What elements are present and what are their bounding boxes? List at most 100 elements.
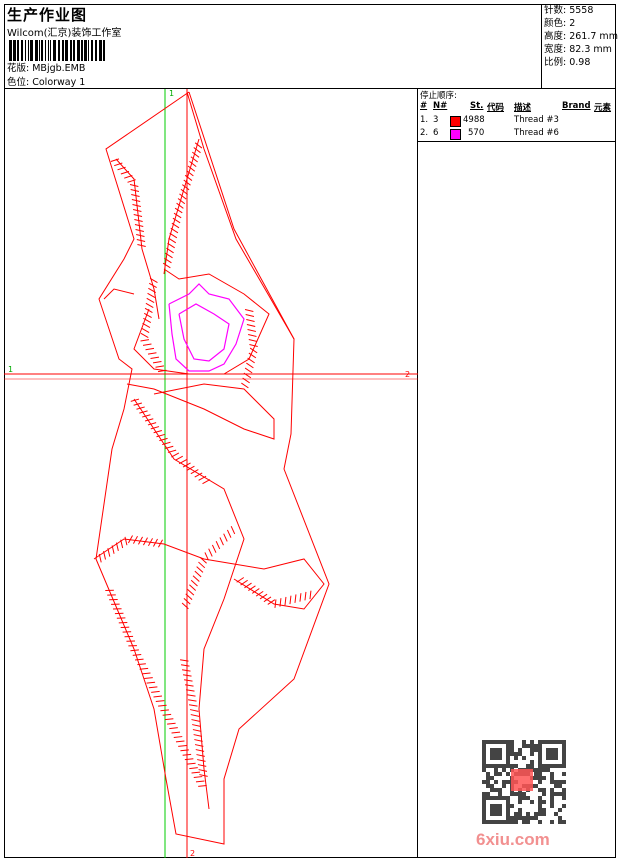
stitch-mark (224, 534, 228, 542)
stitch-mark (145, 419, 153, 421)
stitch-mark (176, 741, 184, 742)
stitch-mark (246, 314, 254, 316)
qr-module (526, 820, 530, 824)
qr-module (498, 788, 502, 792)
barcode-bar (39, 40, 40, 61)
qr-module (506, 812, 510, 816)
stitch-mark (153, 696, 161, 697)
design-file: 花版: MBjgb.EMB (7, 60, 85, 74)
qr-module (494, 812, 498, 816)
stitch-mark (171, 453, 178, 457)
row-needle: 3 (433, 115, 438, 125)
qr-module (558, 780, 562, 784)
qr-module (482, 812, 486, 816)
stitch-mark (260, 594, 267, 599)
qr-module (494, 780, 498, 784)
stitch-mark (199, 476, 206, 480)
qr-module (550, 756, 554, 760)
stitch-mark (189, 585, 195, 591)
qr-module (498, 740, 502, 744)
stitch-mark (193, 730, 201, 732)
stitch-mark (197, 760, 205, 762)
qr-module (490, 808, 494, 812)
qr-module (506, 740, 510, 744)
row-stitches: 4988 (463, 115, 485, 125)
barcode-bar (81, 40, 83, 61)
qr-module (482, 792, 486, 796)
qr-module (526, 744, 530, 748)
stitch-mark (180, 750, 188, 751)
qr-module (486, 784, 490, 788)
stitch-mark (249, 344, 257, 346)
qr-module (554, 748, 558, 752)
qr-module (550, 764, 554, 768)
stitch-mark (141, 340, 149, 341)
qr-module (562, 740, 566, 744)
stitch-mark (192, 725, 200, 727)
qr-module (538, 744, 542, 748)
qr-module (550, 748, 554, 752)
stitch-mark (182, 185, 189, 190)
qr-module (538, 808, 542, 812)
qr-module (550, 776, 554, 780)
qr-module (538, 772, 542, 776)
qr-module (498, 808, 502, 812)
barcode-bar (62, 40, 64, 61)
stitch-mark (191, 580, 197, 586)
design-scale: 比例: 0.98 (542, 56, 617, 69)
qr-module (562, 748, 566, 752)
qr-module (518, 800, 522, 804)
qr-module (514, 816, 518, 820)
stitch-mark (192, 772, 200, 773)
qr-module (522, 756, 526, 760)
stitch-mark (187, 171, 194, 176)
barcode-bar (88, 40, 89, 61)
stitch-mark (148, 293, 155, 297)
barcode-bar (53, 40, 56, 61)
barcode-bar (99, 40, 102, 61)
barcode-bar (21, 40, 23, 61)
stitch-mark (135, 659, 143, 660)
thread-6-stitches (169, 284, 244, 371)
qr-module (538, 752, 542, 756)
qr-module (562, 796, 566, 800)
qr-module (494, 772, 498, 776)
stitch-mark (305, 592, 306, 600)
row-desc: Thread #6 (514, 128, 559, 138)
stitch-mark (146, 303, 153, 307)
qr-module (562, 744, 566, 748)
qr-module (482, 820, 486, 824)
stitch-mark (198, 785, 206, 786)
qr-module (550, 752, 554, 756)
qr-module (482, 800, 486, 804)
qr-module (538, 768, 542, 772)
qr-module (538, 760, 542, 764)
qr-module (502, 780, 506, 784)
qr-module (482, 764, 486, 768)
stitch-mark (151, 691, 159, 692)
stitch-mark (241, 383, 248, 388)
qr-module (506, 752, 510, 756)
stitch-mark (142, 328, 149, 332)
stitch-mark (189, 705, 197, 706)
qr-module (522, 820, 526, 824)
qr-module (538, 748, 542, 752)
qr-module (550, 780, 554, 784)
stitch-mark (167, 723, 175, 724)
stitch-mark (190, 710, 198, 712)
qr-module (490, 788, 494, 792)
qr-module (530, 800, 534, 804)
stitch-mark (175, 456, 182, 460)
qr-module (550, 792, 554, 796)
qr-module (502, 784, 506, 788)
stitch-mark (148, 353, 156, 354)
row-num: 1. (420, 115, 428, 125)
qr-module (538, 804, 542, 808)
qr-module (518, 808, 522, 812)
qr-module (538, 812, 542, 816)
stitch-mark (183, 754, 191, 755)
qr-module (494, 752, 498, 756)
qr-module (534, 812, 538, 816)
color-count: 颜色: 2 (542, 17, 617, 30)
barcode-bar (58, 40, 60, 61)
